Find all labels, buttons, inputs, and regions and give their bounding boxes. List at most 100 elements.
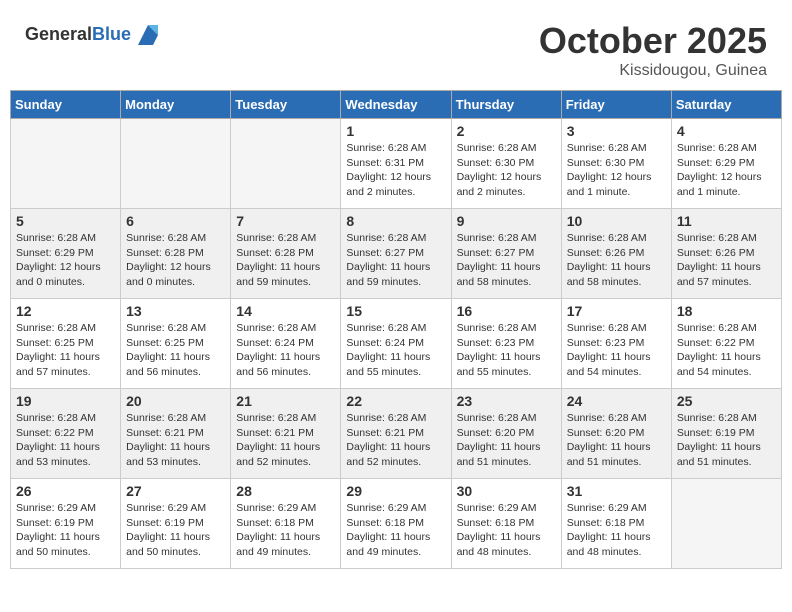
day-number: 21 — [236, 393, 335, 409]
calendar-cell: 18 Sunrise: 6:28 AMSunset: 6:22 PMDayligh… — [671, 299, 781, 389]
calendar-cell: 25 Sunrise: 6:28 AMSunset: 6:19 PMDayligh… — [671, 389, 781, 479]
day-number: 9 — [457, 213, 556, 229]
day-number: 16 — [457, 303, 556, 319]
day-info: Sunrise: 6:28 AMSunset: 6:24 PMDaylight:… — [236, 321, 335, 380]
day-info: Sunrise: 6:28 AMSunset: 6:22 PMDaylight:… — [16, 411, 115, 470]
calendar-cell: 19 Sunrise: 6:28 AMSunset: 6:22 PMDayligh… — [11, 389, 121, 479]
weekday-header-tuesday: Tuesday — [231, 91, 341, 119]
day-number: 17 — [567, 303, 666, 319]
day-info: Sunrise: 6:28 AMSunset: 6:20 PMDaylight:… — [457, 411, 556, 470]
day-info: Sunrise: 6:28 AMSunset: 6:28 PMDaylight:… — [236, 231, 335, 290]
day-number: 12 — [16, 303, 115, 319]
calendar-cell: 20 Sunrise: 6:28 AMSunset: 6:21 PMDayligh… — [121, 389, 231, 479]
calendar-week-row: 26 Sunrise: 6:29 AMSunset: 6:19 PMDayligh… — [11, 479, 782, 569]
day-number: 13 — [126, 303, 225, 319]
day-number: 19 — [16, 393, 115, 409]
calendar-week-row: 19 Sunrise: 6:28 AMSunset: 6:22 PMDayligh… — [11, 389, 782, 479]
day-number: 5 — [16, 213, 115, 229]
calendar-cell: 10 Sunrise: 6:28 AMSunset: 6:26 PMDayligh… — [561, 209, 671, 299]
calendar-week-row: 1 Sunrise: 6:28 AMSunset: 6:31 PMDaylight… — [11, 119, 782, 209]
month-title: October 2025 — [539, 20, 767, 62]
day-number: 18 — [677, 303, 776, 319]
calendar-cell: 31Sunrise: 6:29 AMSunset: 6:18 PMDayligh… — [561, 479, 671, 569]
day-info: Sunrise: 6:29 AMSunset: 6:18 PMDaylight:… — [457, 501, 556, 560]
calendar-cell: 12 Sunrise: 6:28 AMSunset: 6:25 PMDayligh… — [11, 299, 121, 389]
day-number: 4 — [677, 123, 776, 139]
title-block: October 2025 Kissidougou, Guinea — [539, 20, 767, 80]
calendar-table: SundayMondayTuesdayWednesdayThursdayFrid… — [10, 90, 782, 569]
day-number: 15 — [346, 303, 445, 319]
calendar-cell — [671, 479, 781, 569]
calendar-cell: 16 Sunrise: 6:28 AMSunset: 6:23 PMDayligh… — [451, 299, 561, 389]
day-info: Sunrise: 6:28 AMSunset: 6:31 PMDaylight:… — [346, 141, 445, 200]
calendar-cell: 27 Sunrise: 6:29 AMSunset: 6:19 PMDayligh… — [121, 479, 231, 569]
calendar-cell: 1 Sunrise: 6:28 AMSunset: 6:31 PMDaylight… — [341, 119, 451, 209]
day-info: Sunrise: 6:28 AMSunset: 6:28 PMDaylight:… — [126, 231, 225, 290]
day-number: 27 — [126, 483, 225, 499]
calendar-cell — [121, 119, 231, 209]
calendar-cell: 22 Sunrise: 6:28 AMSunset: 6:21 PMDayligh… — [341, 389, 451, 479]
day-info: Sunrise: 6:28 AMSunset: 6:27 PMDaylight:… — [457, 231, 556, 290]
day-info: Sunrise: 6:28 AMSunset: 6:24 PMDaylight:… — [346, 321, 445, 380]
day-info: Sunrise: 6:28 AMSunset: 6:25 PMDaylight:… — [126, 321, 225, 380]
calendar-cell: 29 Sunrise: 6:29 AMSunset: 6:18 PMDayligh… — [341, 479, 451, 569]
calendar-cell: 8Sunrise: 6:28 AMSunset: 6:27 PMDaylight… — [341, 209, 451, 299]
calendar-cell — [11, 119, 121, 209]
day-number: 29 — [346, 483, 445, 499]
day-info: Sunrise: 6:28 AMSunset: 6:21 PMDaylight:… — [346, 411, 445, 470]
day-number: 22 — [346, 393, 445, 409]
calendar-cell: 2Sunrise: 6:28 AMSunset: 6:30 PMDaylight… — [451, 119, 561, 209]
calendar-cell: 23 Sunrise: 6:28 AMSunset: 6:20 PMDayligh… — [451, 389, 561, 479]
day-number: 28 — [236, 483, 335, 499]
day-info: Sunrise: 6:28 AMSunset: 6:20 PMDaylight:… — [567, 411, 666, 470]
day-number: 11 — [677, 213, 776, 229]
day-info: Sunrise: 6:28 AMSunset: 6:25 PMDaylight:… — [16, 321, 115, 380]
day-info: Sunrise: 6:28 AMSunset: 6:19 PMDaylight:… — [677, 411, 776, 470]
calendar-cell: 7 Sunrise: 6:28 AMSunset: 6:28 PMDaylight… — [231, 209, 341, 299]
day-info: Sunrise: 6:28 AMSunset: 6:30 PMDaylight:… — [457, 141, 556, 200]
day-number: 26 — [16, 483, 115, 499]
calendar-cell: 14Sunrise: 6:28 AMSunset: 6:24 PMDayligh… — [231, 299, 341, 389]
calendar-cell: 21Sunrise: 6:28 AMSunset: 6:21 PMDayligh… — [231, 389, 341, 479]
day-info: Sunrise: 6:29 AMSunset: 6:18 PMDaylight:… — [346, 501, 445, 560]
day-number: 30 — [457, 483, 556, 499]
day-number: 1 — [346, 123, 445, 139]
weekday-header-wednesday: Wednesday — [341, 91, 451, 119]
calendar-week-row: 5Sunrise: 6:28 AMSunset: 6:29 PMDaylight… — [11, 209, 782, 299]
calendar-cell: 6Sunrise: 6:28 AMSunset: 6:28 PMDaylight… — [121, 209, 231, 299]
day-number: 8 — [346, 213, 445, 229]
day-number: 3 — [567, 123, 666, 139]
day-info: Sunrise: 6:29 AMSunset: 6:19 PMDaylight:… — [126, 501, 225, 560]
day-info: Sunrise: 6:28 AMSunset: 6:26 PMDaylight:… — [567, 231, 666, 290]
calendar-cell: 11 Sunrise: 6:28 AMSunset: 6:26 PMDayligh… — [671, 209, 781, 299]
day-number: 31 — [567, 483, 666, 499]
day-info: Sunrise: 6:28 AMSunset: 6:23 PMDaylight:… — [567, 321, 666, 380]
calendar-cell: 5Sunrise: 6:28 AMSunset: 6:29 PMDaylight… — [11, 209, 121, 299]
calendar-cell: 3 Sunrise: 6:28 AMSunset: 6:30 PMDaylight… — [561, 119, 671, 209]
day-number: 23 — [457, 393, 556, 409]
logo-general-text: GeneralBlue — [25, 25, 131, 45]
calendar-cell: 9 Sunrise: 6:28 AMSunset: 6:27 PMDaylight… — [451, 209, 561, 299]
weekday-header-sunday: Sunday — [11, 91, 121, 119]
calendar-cell: 4Sunrise: 6:28 AMSunset: 6:29 PMDaylight… — [671, 119, 781, 209]
location-title: Kissidougou, Guinea — [539, 62, 767, 80]
day-number: 10 — [567, 213, 666, 229]
calendar-cell: 24 Sunrise: 6:28 AMSunset: 6:20 PMDayligh… — [561, 389, 671, 479]
day-number: 20 — [126, 393, 225, 409]
logo: GeneralBlue — [25, 20, 163, 50]
calendar-cell: 28Sunrise: 6:29 AMSunset: 6:18 PMDayligh… — [231, 479, 341, 569]
day-info: Sunrise: 6:28 AMSunset: 6:22 PMDaylight:… — [677, 321, 776, 380]
day-number: 24 — [567, 393, 666, 409]
day-info: Sunrise: 6:28 AMSunset: 6:30 PMDaylight:… — [567, 141, 666, 200]
day-number: 25 — [677, 393, 776, 409]
logo-icon — [133, 20, 163, 50]
day-number: 7 — [236, 213, 335, 229]
day-info: Sunrise: 6:28 AMSunset: 6:26 PMDaylight:… — [677, 231, 776, 290]
day-info: Sunrise: 6:28 AMSunset: 6:23 PMDaylight:… — [457, 321, 556, 380]
calendar-cell: 30 Sunrise: 6:29 AMSunset: 6:18 PMDayligh… — [451, 479, 561, 569]
weekday-header-friday: Friday — [561, 91, 671, 119]
day-info: Sunrise: 6:28 AMSunset: 6:21 PMDaylight:… — [126, 411, 225, 470]
weekday-header-thursday: Thursday — [451, 91, 561, 119]
calendar-cell: 17 Sunrise: 6:28 AMSunset: 6:23 PMDayligh… — [561, 299, 671, 389]
weekday-header-row: SundayMondayTuesdayWednesdayThursdayFrid… — [11, 91, 782, 119]
